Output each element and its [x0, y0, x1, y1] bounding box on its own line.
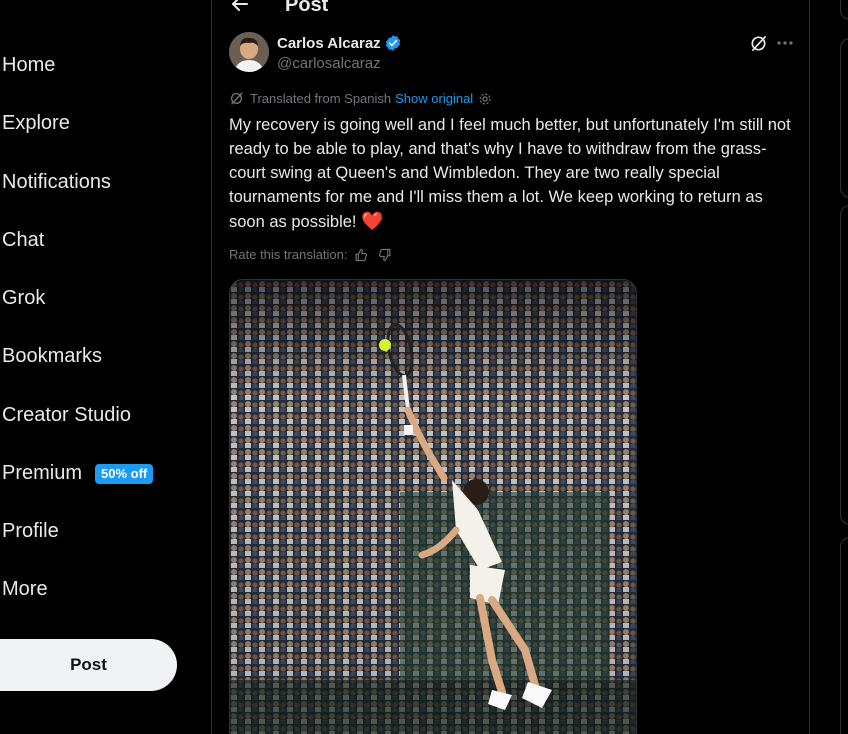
thumbs-down-icon[interactable] [378, 248, 392, 262]
nav-item-home[interactable]: Home [2, 54, 55, 77]
avatar-image [229, 32, 269, 72]
nav-item-explore[interactable]: Explore [2, 112, 70, 135]
show-original-link[interactable]: Show original [395, 91, 473, 106]
right-card [840, 537, 848, 734]
rate-label: Rate this translation: [229, 247, 348, 262]
discount-badge: 50% off [95, 463, 154, 484]
translation-notice: Translated from Spanish Show original [229, 91, 492, 106]
grok-translate-icon [230, 92, 243, 105]
rate-translation: Rate this translation: [229, 247, 392, 262]
nav-item-chat[interactable]: Chat [2, 229, 44, 252]
right-card [840, 0, 848, 20]
nav-item-profile[interactable]: Profile [2, 520, 59, 543]
avatar[interactable] [229, 32, 269, 72]
verified-badge-icon [385, 35, 400, 51]
page-title: Post [285, 0, 329, 16]
tennis-player-photo [230, 280, 636, 734]
nav-item-more[interactable]: More [2, 578, 48, 601]
nav-label: Profile [2, 520, 59, 542]
author-handle[interactable]: @carlosalcaraz [277, 55, 381, 72]
right-sidebar [810, 0, 848, 734]
nav-item-creator-studio[interactable]: Creator Studio [2, 404, 131, 427]
nav-label: Premium [2, 462, 83, 484]
post-header: Post [212, 0, 809, 18]
tweet-body: My recovery is going well and I feel muc… [229, 116, 791, 231]
sidebar-nav: Home Explore Notifications Chat Grok Boo… [0, 0, 212, 734]
nav-item-notifications[interactable]: Notifications [2, 171, 111, 194]
post-button[interactable]: Post [0, 639, 177, 691]
nav-label: Home [2, 54, 56, 76]
nav-label: Notifications [2, 171, 111, 193]
right-card [840, 38, 848, 198]
post-button-label: Post [70, 655, 107, 674]
nav-item-grok[interactable]: Grok [2, 287, 45, 310]
translated-label: Translated from Spanish [250, 91, 392, 106]
nav-label: Chat [2, 229, 45, 251]
back-arrow-icon[interactable] [230, 0, 250, 14]
heart-emoji: ❤️ [361, 211, 384, 231]
right-card [840, 205, 848, 525]
author-row: Carlos Alcaraz [277, 34, 402, 52]
tweet-photo[interactable] [229, 279, 637, 734]
nav-label: Bookmarks [2, 345, 103, 367]
grok-icon[interactable] [749, 34, 768, 53]
more-options-icon[interactable] [776, 34, 794, 52]
nav-label: Creator Studio [2, 404, 131, 426]
author-name[interactable]: Carlos Alcaraz [277, 35, 381, 52]
main-column: Post Carlos Alcaraz @carlosalcaraz Trans… [211, 0, 810, 734]
nav-item-premium[interactable]: Premium 50% off [2, 462, 154, 485]
tweet-text: My recovery is going well and I feel muc… [229, 113, 797, 234]
nav-label: Explore [2, 112, 70, 134]
nav-item-bookmarks[interactable]: Bookmarks [2, 345, 102, 368]
nav-label: More [2, 578, 48, 600]
nav-label: Grok [2, 287, 46, 309]
thumbs-up-icon[interactable] [354, 248, 368, 262]
gear-icon[interactable] [478, 92, 492, 106]
